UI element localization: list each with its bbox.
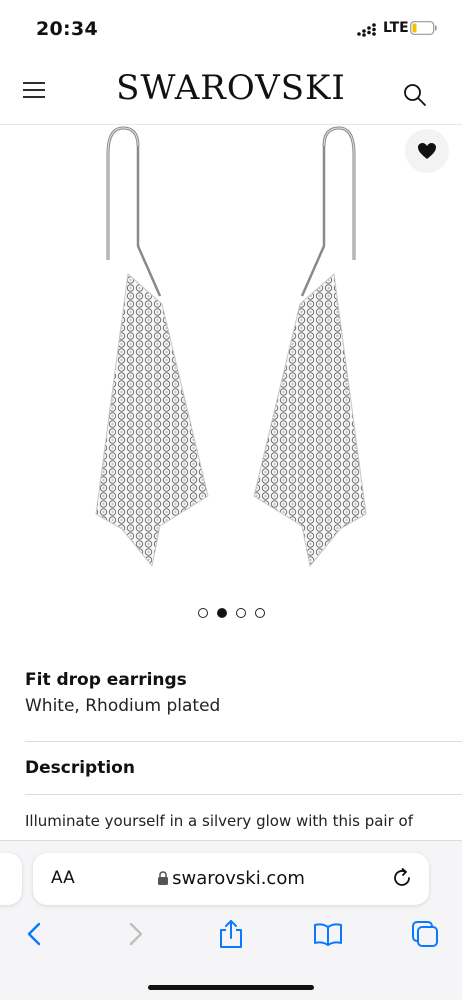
share-icon[interactable]: [216, 919, 246, 949]
tabs-icon[interactable]: [410, 919, 440, 949]
heart-icon: [418, 143, 436, 159]
gallery-dot[interactable]: [254, 608, 265, 618]
reload-icon[interactable]: [391, 867, 413, 889]
search-icon[interactable]: [402, 82, 428, 108]
brand-logo[interactable]: SWAROVSKI: [0, 68, 462, 108]
status-time: 20:34: [36, 18, 98, 40]
forward-chevron-right-icon[interactable]: [120, 919, 150, 949]
bookmarks-book-icon[interactable]: [313, 919, 343, 949]
back-chevron-left-icon[interactable]: [20, 919, 50, 949]
wishlist-button[interactable]: [405, 129, 449, 173]
section-divider: [25, 794, 462, 795]
description-heading[interactable]: Description: [25, 758, 135, 778]
lock-icon: [158, 871, 169, 885]
address-bar[interactable]: AA swarovski.com: [33, 853, 429, 905]
section-divider: [25, 741, 462, 742]
battery-icon: [410, 21, 437, 35]
site-header: SWAROVSKI: [0, 56, 462, 125]
url-display[interactable]: swarovski.com: [33, 868, 429, 889]
product-title: Fit drop earrings: [25, 670, 187, 690]
product-variant: White, Rhodium plated: [25, 696, 221, 716]
product-image[interactable]: [0, 124, 462, 594]
network-type: LTE: [383, 20, 409, 36]
gallery-dot[interactable]: [197, 608, 208, 618]
description-text: Illuminate yourself in a silvery glow wi…: [25, 812, 413, 830]
gallery-dot[interactable]: [235, 608, 246, 618]
status-bar: 20:34 LTE: [0, 0, 462, 56]
home-indicator[interactable]: [148, 985, 314, 990]
browser-toolbar: AA swarovski.com: [0, 840, 462, 1000]
gallery-pagination: [0, 608, 462, 618]
url-domain: swarovski.com: [172, 868, 305, 889]
previous-tab-card[interactable]: [0, 853, 22, 905]
signal-icon: [357, 23, 376, 37]
gallery-dot-active[interactable]: [216, 608, 227, 618]
